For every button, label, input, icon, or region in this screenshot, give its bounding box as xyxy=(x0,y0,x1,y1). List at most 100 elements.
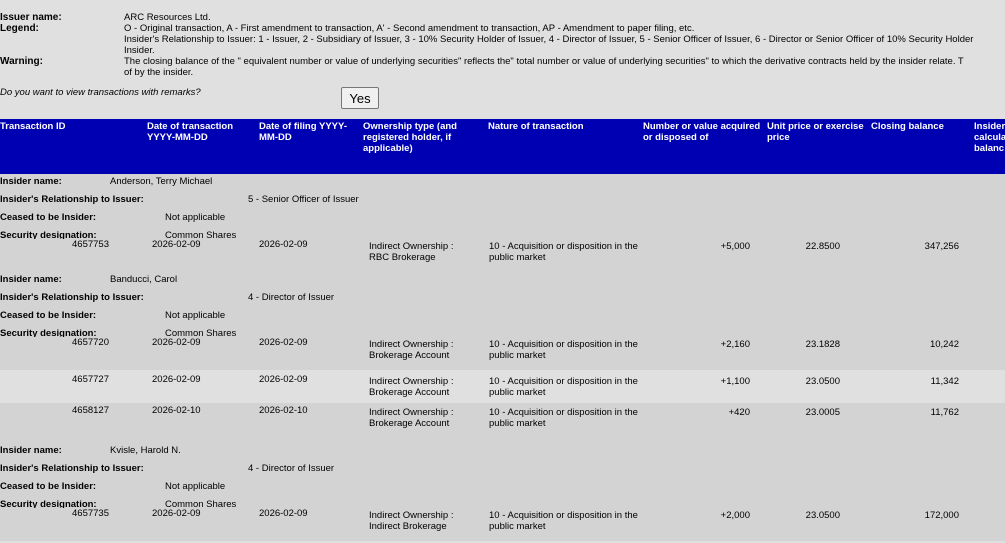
warning-line-1: The closing balance of the " equivalent … xyxy=(124,56,964,67)
ownership-holder: Brokerage Account xyxy=(369,387,450,398)
unit-price: 23.0500 xyxy=(805,510,840,521)
transactions-body: Insider name: Anderson, Terry Michael Insi… xyxy=(0,174,1005,541)
col-unit-price: Unit price or exercise price xyxy=(767,121,864,143)
col-date-transaction: Date of transaction YYYY-MM-DD xyxy=(147,121,234,143)
transaction-date: 2026-02-09 xyxy=(152,508,201,519)
col-insider-calc: Insider calcula balanc xyxy=(974,121,1005,154)
filing-date: 2026-02-09 xyxy=(259,374,308,385)
relationship-row: Insider's Relationship to Issuer: 5 - Sen… xyxy=(0,192,1005,210)
closing-balance: 10,242 xyxy=(929,339,959,350)
nature-of-transaction-cont: public market xyxy=(489,350,546,361)
ceased-label: Ceased to be Insider: xyxy=(0,310,97,321)
legend-line-1: O - Original transaction, A - First amen… xyxy=(124,23,695,34)
warning-line-2: of by the insider. xyxy=(124,67,194,78)
relationship-row: Insider's Relationship to Issuer: 4 - Dir… xyxy=(0,461,1005,479)
nature-of-transaction-cont: public market xyxy=(489,418,546,429)
table-header: Transaction ID Date of transaction YYYY-… xyxy=(0,119,1005,174)
ownership-holder: Brokerage Account xyxy=(369,350,450,361)
warning-label: Warning: xyxy=(0,56,43,67)
transaction-id: 4658127 xyxy=(72,405,109,416)
relationship-value: 4 - Director of Issuer xyxy=(248,463,335,474)
remarks-question: Do you want to view transactions with re… xyxy=(0,87,201,98)
relationship-row: Insider's Relationship to Issuer: 4 - Dir… xyxy=(0,290,1005,308)
security-row: Security designation: Common Shares xyxy=(0,497,1005,510)
closing-balance: 11,762 xyxy=(930,407,959,418)
col-closing-balance: Closing balance xyxy=(871,121,944,132)
quantity: +2,000 xyxy=(720,510,750,521)
transaction-id: 4657720 xyxy=(72,337,109,348)
ownership-type: Indirect Ownership : xyxy=(369,510,454,521)
unit-price: 22.8500 xyxy=(805,241,840,252)
ownership-type: Indirect Ownership : xyxy=(369,339,454,350)
quantity: +5,000 xyxy=(720,241,750,252)
relationship-label: Insider's Relationship to Issuer: xyxy=(0,194,144,205)
col-nature: Nature of transaction xyxy=(488,121,584,132)
insider-name-value: Kvisle, Harold N. xyxy=(110,445,181,456)
ownership-type: Indirect Ownership : xyxy=(369,376,454,387)
insider-name-value: Banducci, Carol xyxy=(110,274,178,285)
ceased-value: Not applicable xyxy=(165,481,226,492)
nature-of-transaction: 10 - Acquisition or disposition in the xyxy=(489,376,638,387)
relationship-label: Insider's Relationship to Issuer: xyxy=(0,292,144,303)
col-transaction-id: Transaction ID xyxy=(0,121,66,132)
security-row: Security designation: Common Shares xyxy=(0,326,1005,339)
unit-price: 23.1828 xyxy=(805,339,840,350)
nature-of-transaction: 10 - Acquisition or disposition in the xyxy=(489,339,638,350)
transaction-date: 2026-02-09 xyxy=(152,374,201,385)
filing-date: 2026-02-09 xyxy=(259,239,308,250)
unit-price: 23.0500 xyxy=(805,376,840,387)
nature-of-transaction: 10 - Acquisition or disposition in the xyxy=(489,510,638,521)
relationship-value: 5 - Senior Officer of Issuer xyxy=(248,194,359,205)
closing-balance: 172,000 xyxy=(924,510,959,521)
insider-name-row: Insider name: Banducci, Carol xyxy=(0,272,1005,290)
issuer-name-value: ARC Resources Ltd. xyxy=(124,12,211,23)
col-number-value: Number or value acquired or disposed of xyxy=(643,121,761,143)
col-ownership-type: Ownership type (and registered holder, i… xyxy=(363,121,457,154)
transaction-id: 4657735 xyxy=(72,508,109,519)
transaction-date: 2026-02-09 xyxy=(152,337,201,348)
yes-button[interactable]: Yes xyxy=(341,87,379,109)
insider-name-label: Insider name: xyxy=(0,176,62,187)
ceased-row: Ceased to be Insider: Not applicable xyxy=(0,210,1005,228)
table-row: 4657753 2026-02-09 2026-02-09 Indirect Owne… xyxy=(0,239,1005,272)
quantity: +1,100 xyxy=(720,376,750,387)
table-row: 4658127 2026-02-10 2026-02-10 Indirect Owne… xyxy=(0,403,1005,443)
issuer-name-label: Issuer name: xyxy=(0,12,62,23)
ceased-value: Not applicable xyxy=(165,310,226,321)
nature-of-transaction-cont: public market xyxy=(489,252,546,263)
filing-date: 2026-02-09 xyxy=(259,337,308,348)
closing-balance: 11,342 xyxy=(930,376,959,387)
ownership-holder: Indirect Brokerage xyxy=(369,521,447,532)
ownership-type: Indirect Ownership : xyxy=(369,407,454,418)
ownership-holder: RBC Brokerage xyxy=(369,252,436,263)
security-row: Security designation: Common Shares xyxy=(0,228,1005,241)
filing-date: 2026-02-10 xyxy=(259,405,308,416)
quantity: +2,160 xyxy=(720,339,750,350)
ceased-label: Ceased to be Insider: xyxy=(0,481,97,492)
ceased-row: Ceased to be Insider: Not applicable xyxy=(0,308,1005,326)
legend-line-3: Insider. xyxy=(124,45,155,56)
insider-name-row: Insider name: Kvisle, Harold N. xyxy=(0,443,1005,461)
insider-name-row: Insider name: Anderson, Terry Michael xyxy=(0,174,1005,192)
ownership-holder: Brokerage Account xyxy=(369,418,450,429)
table-row: 4657727 2026-02-09 2026-02-09 Indirect Owne… xyxy=(0,370,1005,403)
table-row: 4657720 2026-02-09 2026-02-09 Indirect Owne… xyxy=(0,337,1005,370)
insider-name-value: Anderson, Terry Michael xyxy=(110,176,213,187)
nature-of-transaction-cont: public market xyxy=(489,521,546,532)
nature-of-transaction: 10 - Acquisition or disposition in the xyxy=(489,407,638,418)
ceased-value: Not applicable xyxy=(165,212,226,223)
transaction-id: 4657727 xyxy=(72,374,109,385)
nature-of-transaction: 10 - Acquisition or disposition in the xyxy=(489,241,638,252)
ceased-row: Ceased to be Insider: Not applicable xyxy=(0,479,1005,497)
transaction-date: 2026-02-09 xyxy=(152,239,201,250)
unit-price: 23.0005 xyxy=(805,407,840,418)
closing-balance: 347,256 xyxy=(924,241,959,252)
legend-label: Legend: xyxy=(0,23,39,34)
ownership-type: Indirect Ownership : xyxy=(369,241,454,252)
relationship-value: 4 - Director of Issuer xyxy=(248,292,335,303)
transaction-date: 2026-02-10 xyxy=(152,405,201,416)
table-row: 4657735 2026-02-09 2026-02-09 Indirect Owne… xyxy=(0,508,1005,541)
filing-date: 2026-02-09 xyxy=(259,508,308,519)
insider-name-label: Insider name: xyxy=(0,445,62,456)
nature-of-transaction-cont: public market xyxy=(489,387,546,398)
